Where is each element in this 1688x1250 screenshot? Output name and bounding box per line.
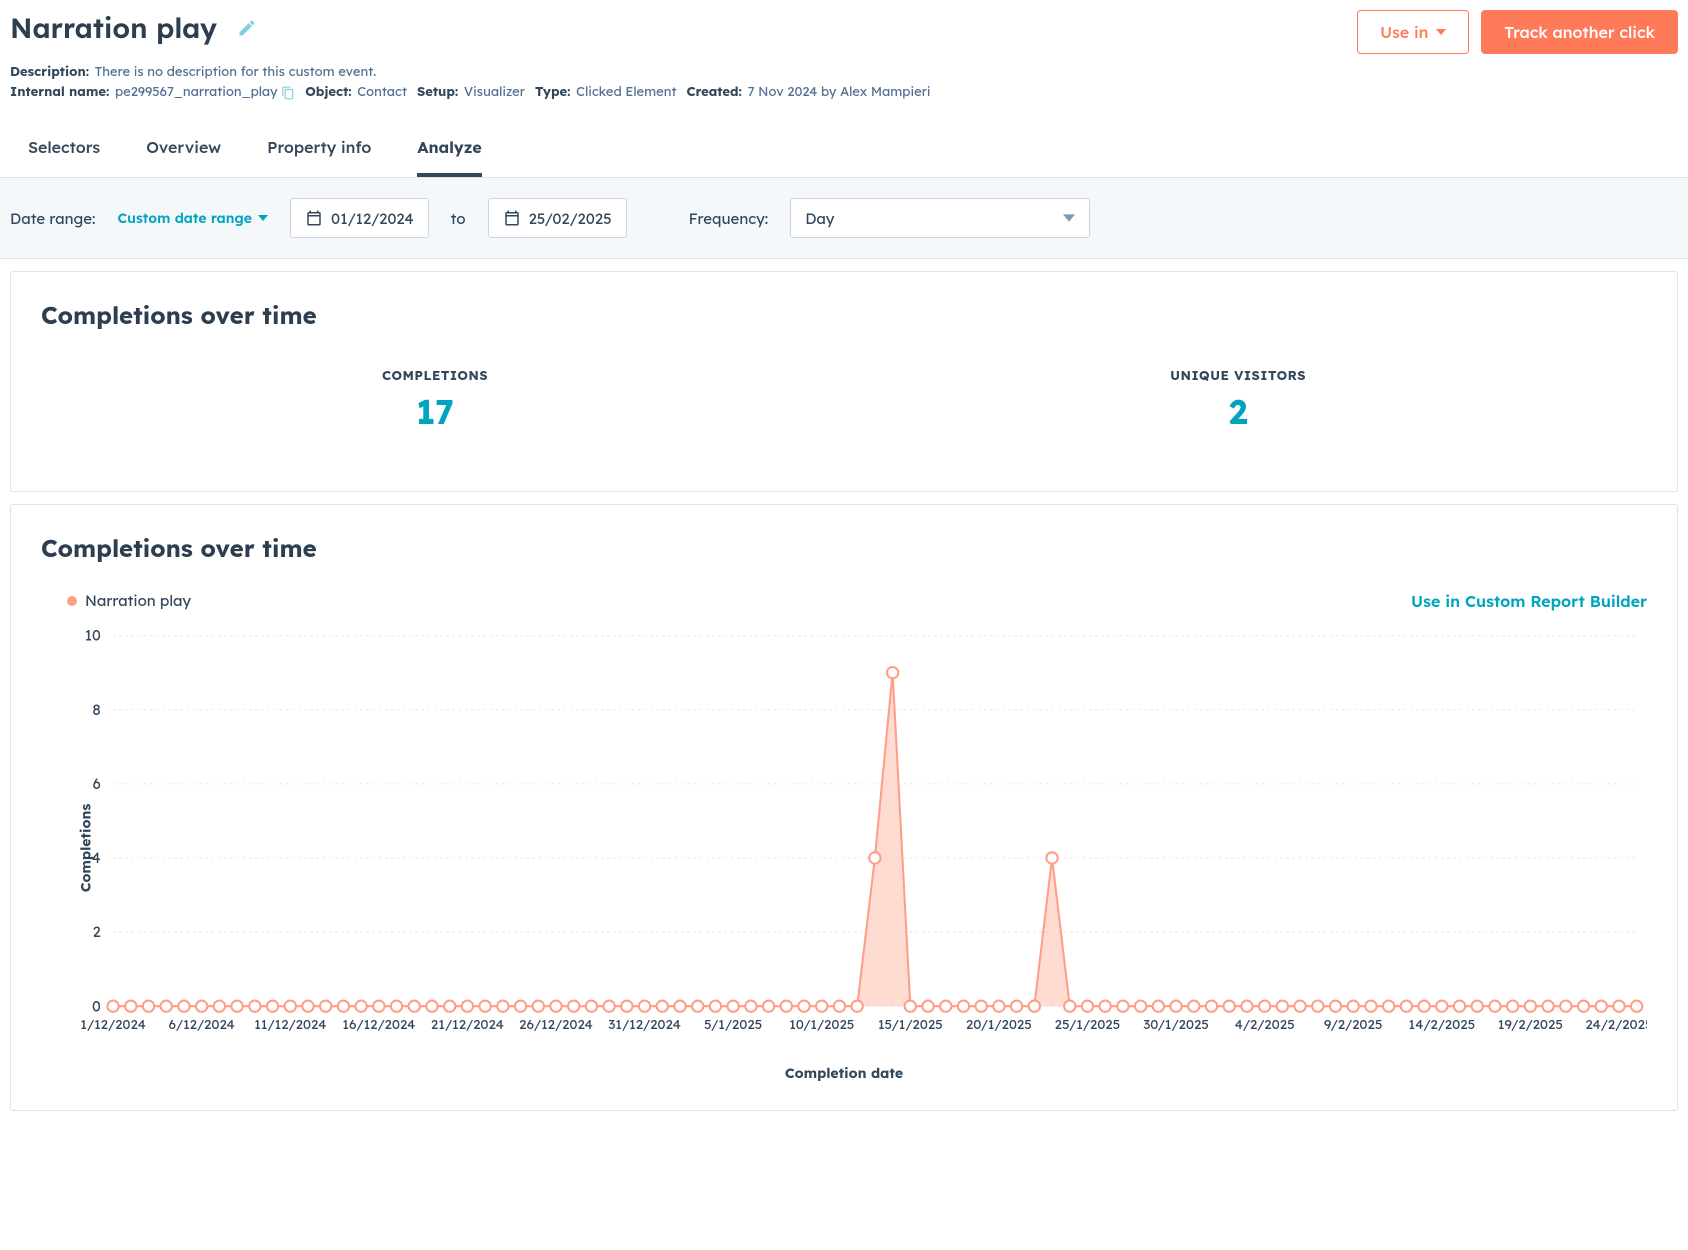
svg-text:10: 10: [85, 627, 101, 645]
use-in-label: Use in: [1380, 22, 1428, 42]
svg-text:5/1/2025: 5/1/2025: [704, 1017, 762, 1033]
svg-text:21/12/2024: 21/12/2024: [431, 1017, 504, 1033]
legend-label: Narration play: [85, 591, 191, 610]
date-from-input[interactable]: 01/12/2024: [290, 198, 429, 238]
chart-heading: Completions over time: [41, 533, 1647, 563]
svg-text:9/2/2025: 9/2/2025: [1324, 1017, 1383, 1033]
date-to-value: 25/02/2025: [529, 209, 612, 228]
page-title: Narration play: [10, 10, 217, 45]
svg-text:0: 0: [92, 997, 101, 1015]
internal-name-label: Internal name:: [10, 84, 109, 100]
svg-text:31/12/2024: 31/12/2024: [608, 1017, 681, 1033]
svg-text:16/12/2024: 16/12/2024: [342, 1017, 415, 1033]
svg-text:8: 8: [92, 701, 100, 719]
svg-text:1/12/2024: 1/12/2024: [80, 1017, 146, 1033]
svg-text:10/1/2025: 10/1/2025: [789, 1017, 854, 1033]
caret-down-icon: [1436, 27, 1446, 37]
object-value: Contact: [357, 84, 407, 100]
legend-dot-icon: [67, 596, 77, 606]
description-label: Description:: [10, 64, 89, 80]
svg-text:24/2/2025: 24/2/2025: [1585, 1017, 1647, 1033]
internal-name-value: pe299567_narration_play: [115, 84, 278, 100]
svg-text:14/2/2025: 14/2/2025: [1408, 1017, 1475, 1033]
frequency-value: Day: [805, 209, 834, 228]
tabs-nav: Selectors Overview Property info Analyze: [0, 118, 1688, 177]
svg-text:4/2/2025: 4/2/2025: [1235, 1017, 1295, 1033]
caret-down-icon: [1063, 214, 1075, 222]
summary-card: Completions over time COMPLETIONS 17 UNI…: [10, 271, 1678, 492]
track-button-label: Track another click: [1504, 22, 1655, 42]
created-label: Created:: [686, 84, 741, 100]
svg-text:15/1/2025: 15/1/2025: [878, 1017, 943, 1033]
frequency-label: Frequency:: [689, 209, 769, 228]
description-value: There is no description for this custom …: [95, 64, 377, 80]
y-axis-label: Completions: [76, 804, 94, 893]
unique-visitors-value: 2: [1170, 390, 1306, 433]
svg-text:26/12/2024: 26/12/2024: [519, 1017, 593, 1033]
edit-icon[interactable]: [237, 18, 257, 38]
date-to-input[interactable]: 25/02/2025: [488, 198, 627, 238]
to-label: to: [451, 209, 466, 228]
copy-icon[interactable]: [281, 86, 295, 100]
track-another-click-button[interactable]: Track another click: [1481, 10, 1678, 54]
svg-text:6: 6: [93, 775, 101, 793]
date-range-select[interactable]: Custom date range: [117, 209, 267, 227]
date-range-value: Custom date range: [117, 209, 251, 227]
svg-text:6/12/2024: 6/12/2024: [168, 1017, 234, 1033]
svg-text:25/1/2025: 25/1/2025: [1055, 1017, 1121, 1033]
setup-value: Visualizer: [464, 84, 525, 100]
tab-selectors[interactable]: Selectors: [28, 137, 100, 177]
completions-chart: 02468101/12/20246/12/202411/12/202416/12…: [41, 615, 1647, 1058]
custom-report-link[interactable]: Use in Custom Report Builder: [1411, 591, 1647, 611]
created-value: 7 Nov 2024 by Alex Mampieri: [747, 84, 930, 100]
svg-text:2: 2: [93, 923, 101, 941]
svg-text:11/12/2024: 11/12/2024: [254, 1017, 326, 1033]
svg-text:20/1/2025: 20/1/2025: [966, 1017, 1032, 1033]
toolbar: Date range: Custom date range 01/12/2024…: [0, 178, 1688, 259]
date-range-label: Date range:: [10, 209, 95, 228]
summary-heading: Completions over time: [41, 300, 1647, 330]
type-label: Type:: [535, 84, 570, 100]
object-label: Object:: [305, 84, 351, 100]
unique-visitors-label: UNIQUE VISITORS: [1170, 368, 1306, 384]
chart-card: Completions over time Narration play Use…: [10, 504, 1678, 1111]
svg-text:30/1/2025: 30/1/2025: [1143, 1017, 1209, 1033]
frequency-select[interactable]: Day: [790, 198, 1090, 238]
use-in-dropdown[interactable]: Use in: [1357, 10, 1469, 54]
date-from-value: 01/12/2024: [331, 209, 414, 228]
completions-value: 17: [382, 390, 488, 433]
calendar-icon: [503, 209, 521, 227]
caret-down-icon: [258, 215, 268, 221]
tab-property-info[interactable]: Property info: [267, 137, 371, 177]
setup-label: Setup:: [417, 84, 458, 100]
type-value: Clicked Element: [576, 84, 676, 100]
completions-label: COMPLETIONS: [382, 368, 488, 384]
x-axis-label: Completion date: [41, 1064, 1647, 1082]
svg-text:19/2/2025: 19/2/2025: [1498, 1017, 1563, 1033]
tab-overview[interactable]: Overview: [146, 137, 221, 177]
calendar-icon: [305, 209, 323, 227]
legend-item: Narration play: [67, 591, 191, 610]
tab-analyze[interactable]: Analyze: [417, 137, 481, 177]
